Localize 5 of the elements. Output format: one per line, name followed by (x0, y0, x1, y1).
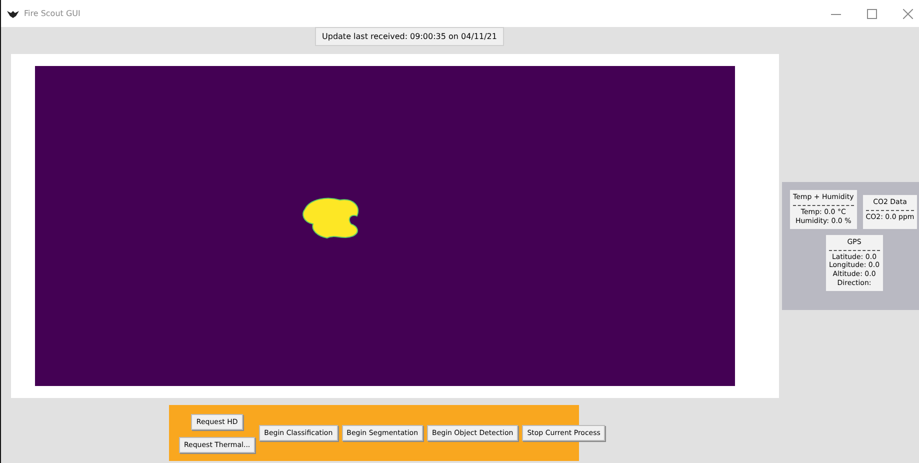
update-label: Update last received: 09:00:35 on 04/11/21 (315, 27, 504, 46)
close-icon[interactable] (903, 8, 913, 18)
window-title: Fire Scout GUI (24, 9, 80, 18)
maximize-icon[interactable] (867, 8, 877, 18)
bird-icon (7, 10, 19, 18)
